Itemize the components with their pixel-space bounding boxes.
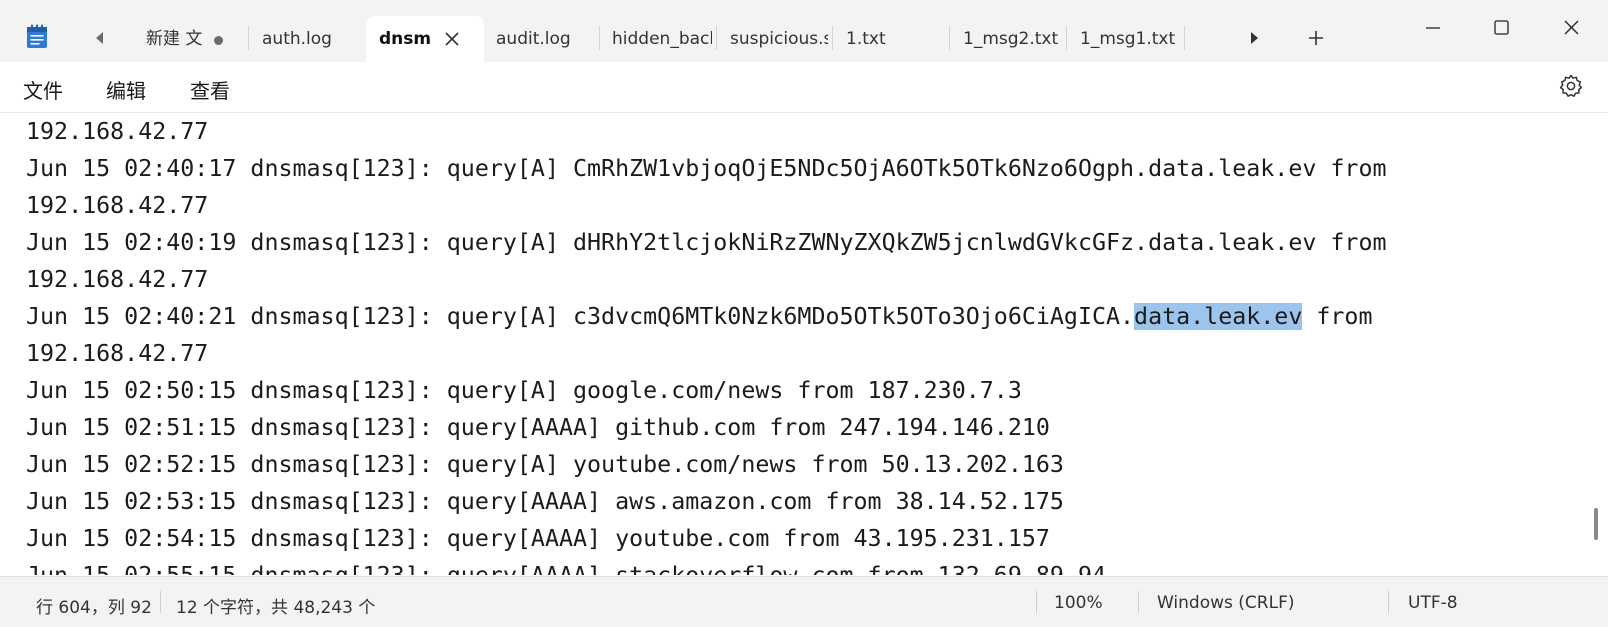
tab-dnsm-active[interactable]: dnsm xyxy=(366,16,484,64)
status-divider xyxy=(1138,591,1139,613)
tab-divider xyxy=(599,26,600,50)
tab-1-txt[interactable]: 1.txt xyxy=(846,16,944,62)
editor-line: Jun 15 02:51:15 dnsmasq[123]: query[AAAA… xyxy=(26,414,1050,441)
editor-line: Jun 15 02:55:15 dnsmasq[123]: query[AAAA… xyxy=(26,557,1387,575)
tab-label: 1_msg1.txt xyxy=(1080,29,1176,49)
status-bar: 行 604，列 92 12 个字符，共 48,243 个 100% Window… xyxy=(0,576,1608,627)
tab-suspicious[interactable]: suspicious.se xyxy=(730,16,828,62)
status-encoding[interactable]: UTF-8 xyxy=(1408,593,1458,613)
maximize-icon[interactable] xyxy=(1478,10,1524,46)
status-line-ending[interactable]: Windows (CRLF) xyxy=(1157,593,1295,613)
tab-label: audit.log xyxy=(496,29,571,49)
status-selection-count: 12 个字符，共 48,243 个 xyxy=(176,598,376,618)
tab-label: 1_msg2.txt xyxy=(963,29,1059,49)
menu-edit[interactable]: 编辑 xyxy=(106,75,146,104)
tab-1-msg2[interactable]: 1_msg2.txt xyxy=(963,16,1063,62)
status-zoom[interactable]: 100% xyxy=(1054,593,1103,613)
editor-line: Jun 15 02:50:15 dnsmasq[123]: query[A] g… xyxy=(26,377,1022,404)
vertical-scrollbar-thumb[interactable] xyxy=(1594,508,1598,540)
editor-line: Jun 15 02:54:15 dnsmasq[123]: query[AAAA… xyxy=(26,525,1050,552)
selected-text: data.leak.ev xyxy=(1134,303,1303,330)
status-divider xyxy=(1388,591,1389,613)
editor-line: Jun 15 02:40:17 dnsmasq[123]: query[A] C… xyxy=(26,155,1387,182)
tab-label: 新建 文 xyxy=(146,29,203,49)
line-text-after-selection: from xyxy=(1302,303,1373,330)
editor-line: Jun 15 02:53:15 dnsmasq[123]: query[AAAA… xyxy=(26,488,1064,515)
tab-divider xyxy=(716,26,717,50)
tab-divider xyxy=(832,26,833,50)
unsaved-indicator-icon xyxy=(214,36,223,45)
line-text-before-selection: Jun 15 02:40:21 dnsmasq[123]: query[A] c… xyxy=(26,303,1135,330)
editor-lines: 192.168.42.77 Jun 15 02:40:17 dnsmasq[12… xyxy=(26,113,1387,575)
settings-gear-icon[interactable] xyxy=(1558,73,1584,99)
tab-label: dnsm xyxy=(379,29,432,49)
tab-1-msg1[interactable]: 1_msg1.txt xyxy=(1080,16,1180,62)
menu-view[interactable]: 查看 xyxy=(190,75,230,104)
tab-divider xyxy=(248,26,249,50)
tab-auth-log[interactable]: auth.log xyxy=(262,16,362,62)
editor-line-with-selection: Jun 15 02:40:21 dnsmasq[123]: query[A] c… xyxy=(26,298,1387,335)
editor-line: Jun 15 02:40:19 dnsmasq[123]: query[A] d… xyxy=(26,229,1387,256)
tab-scroll-right-icon[interactable] xyxy=(1244,28,1264,48)
menu-file[interactable]: 文件 xyxy=(23,75,63,104)
tab-scroll-left-icon[interactable] xyxy=(90,28,110,48)
status-divider xyxy=(160,591,161,613)
editor-line: 192.168.42.77 xyxy=(26,266,209,293)
tab-divider xyxy=(1066,26,1067,50)
editor-line: Jun 15 02:52:15 dnsmasq[123]: query[A] y… xyxy=(26,451,1064,478)
tab-new-document[interactable]: 新建 文 xyxy=(146,16,238,62)
notepad-app-icon xyxy=(27,24,47,48)
editor-line: 192.168.42.77 xyxy=(26,118,209,145)
tab-label: suspicious.se xyxy=(730,29,828,49)
close-tab-icon[interactable] xyxy=(443,30,461,48)
tab-audit-log[interactable]: audit.log xyxy=(496,16,592,62)
close-window-icon[interactable] xyxy=(1548,10,1594,46)
status-cursor-position: 行 604，列 92 xyxy=(36,598,152,618)
text-editor[interactable]: 192.168.42.77 Jun 15 02:40:17 dnsmasq[12… xyxy=(0,113,1590,575)
tab-label: auth.log xyxy=(262,29,332,49)
tab-label: hidden_back xyxy=(612,29,712,49)
tab-divider xyxy=(949,26,950,50)
tab-label: 1.txt xyxy=(846,29,886,49)
tab-divider xyxy=(1184,26,1185,50)
minimize-icon[interactable] xyxy=(1410,10,1456,46)
editor-line: 192.168.42.77 xyxy=(26,192,209,219)
menu-bar: 文件 编辑 查看 xyxy=(0,62,1608,113)
title-bar: 新建 文 auth.log dnsm audit.log hidden_back… xyxy=(0,0,1608,64)
status-divider xyxy=(1036,591,1037,613)
new-tab-plus-icon[interactable] xyxy=(1304,26,1328,50)
editor-line: 192.168.42.77 xyxy=(26,340,209,367)
tab-hidden-back[interactable]: hidden_back xyxy=(612,16,712,62)
